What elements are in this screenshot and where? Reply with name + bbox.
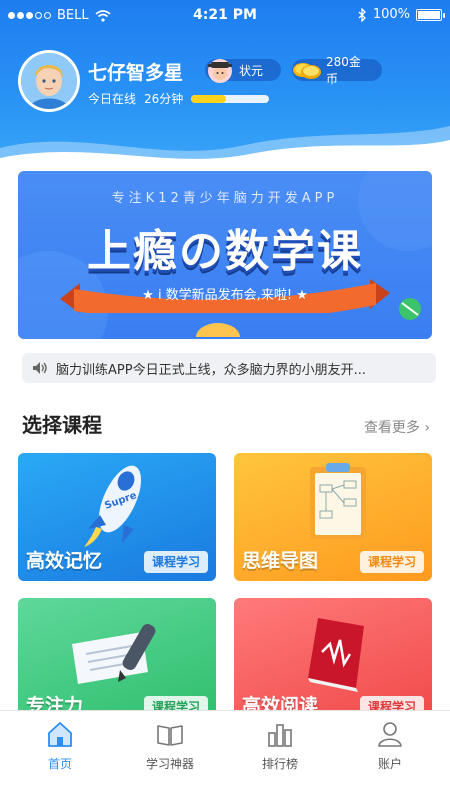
battery-percent: 100% [372,7,410,22]
online-status: 今日在线 26分钟 [88,90,270,107]
course-tag[interactable]: 课程学习 [359,551,424,573]
tab-tools[interactable]: 学习神器 [114,719,226,772]
tab-label: 账户 [377,757,402,771]
announcement-text: 脑力训练APP今日正式上线，众多脑力界的小朋友开... [56,362,366,378]
username: 七仔智多星 [88,62,184,84]
bluetooth-icon [358,7,366,22]
battery-icon [416,8,445,21]
section-title: 选择课程 [22,413,102,437]
online-label: 今日在线 [88,92,137,106]
course-name: 高效记忆 [26,550,103,572]
coins-badge[interactable]: 280金币 [292,55,382,86]
speaker-icon [33,362,47,374]
course-card-memory[interactable]: Supre 高效记忆 课程学习 [18,453,216,581]
book-icon [157,725,183,746]
course-card-reading[interactable]: 高效阅读 课程学习 [234,598,432,726]
online-progress-bar [191,94,270,103]
header-wave [0,126,450,170]
avatar-image [21,53,77,109]
pen-scroll-icon [72,624,156,684]
coins-icon [293,63,321,79]
announcement-bar[interactable]: 脑力训练APP今日正式上线，众多脑力界的小朋友开... [22,353,436,383]
scholar-hat-icon [208,59,232,83]
tab-ranking[interactable]: 排行榜 [224,719,336,772]
clipboard-icon [310,463,366,539]
bottom-tab-bar: 首页 学习神器 排行榜 账户 [0,710,450,800]
tab-label: 首页 [47,757,72,771]
book-icon [308,618,364,692]
rocket-icon: Supre [84,465,142,547]
status-bar: BELL 4:21 PM 100% [0,0,450,32]
online-time: 26分钟 [144,92,184,106]
ranking-icon [268,724,292,747]
see-more-link[interactable]: 查看更多 › [364,417,430,437]
banner-ribbon-text: ★ i 数学新品发布会,来啦! ★ [142,288,308,303]
home-icon [48,722,72,747]
tab-home[interactable]: 首页 [4,719,116,772]
tab-account[interactable]: 账户 [334,719,446,772]
coins-label: 280金币 [326,55,361,86]
rank-badge[interactable]: 状元 [205,59,281,83]
course-tag[interactable]: 课程学习 [143,551,208,573]
course-card-mindmap[interactable]: 思维导图 课程学习 [234,453,432,581]
status-right: 100% [358,7,445,22]
see-more-label: 查看更多 [363,420,420,436]
online-progress-fill [191,94,227,103]
course-name: 思维导图 [242,550,319,572]
avatar[interactable] [18,50,80,112]
rank-label: 状元 [239,63,264,78]
tab-label: 排行榜 [261,757,298,771]
promo-banner[interactable]: 专注K12青少年脑力开发APP 上瘾の数学课 ★ i 数学新品发布会,来啦! ★ [18,171,432,339]
banner-subtitle: 专注K12青少年脑力开发APP [111,191,339,206]
course-card-focus[interactable]: 专注力 课程学习 [18,598,216,726]
profile-header: BELL 4:21 PM 100% 七仔智多星 状元 280金币 今日在线 26… [0,0,450,170]
banner-title: 上瘾の数学课 [87,226,363,277]
chevron-right-icon: › [424,420,430,436]
tab-label: 学习神器 [145,757,194,771]
user-icon [378,722,402,747]
